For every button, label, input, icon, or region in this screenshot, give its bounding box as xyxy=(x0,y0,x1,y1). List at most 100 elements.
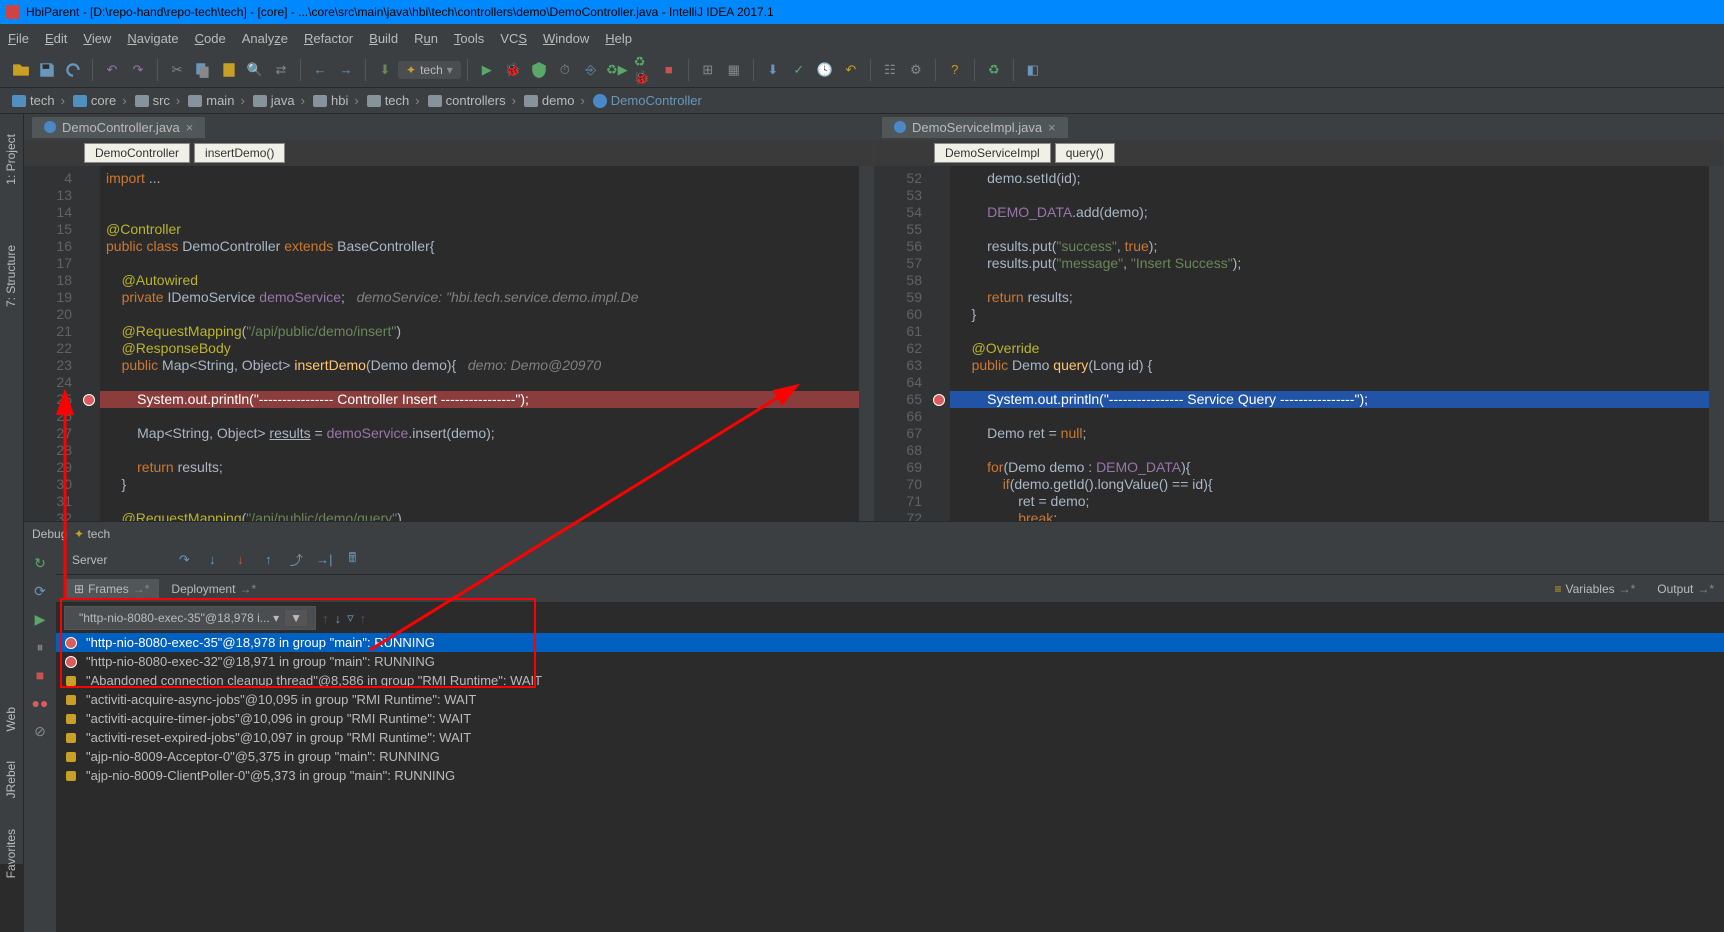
thread-item[interactable]: "http-nio-8080-exec-35"@18,978 in group … xyxy=(56,633,1724,652)
drop-frame-icon[interactable]: ⤴ xyxy=(287,551,305,569)
mute-bp-icon[interactable]: ⊘ xyxy=(28,719,52,743)
structure-icon[interactable]: ☷ xyxy=(881,61,899,79)
vcs-commit-icon[interactable]: ✓ xyxy=(790,61,808,79)
forward-icon[interactable]: → xyxy=(337,61,355,79)
run-icon[interactable]: ▶ xyxy=(478,61,496,79)
thread-item[interactable]: "activiti-acquire-async-jobs"@10,095 in … xyxy=(56,690,1724,709)
class-crumb[interactable]: DemoServiceImpl xyxy=(934,143,1051,163)
code-body-right[interactable]: 5253545556575859606162636465666768697071… xyxy=(874,166,1723,521)
coverage-icon[interactable] xyxy=(530,61,548,79)
variables-tab[interactable]: ≡Variables→* xyxy=(1544,579,1645,599)
toolwin-jrebel[interactable]: JRebel xyxy=(0,751,22,808)
crumb-main[interactable]: main xyxy=(184,93,249,108)
pause-icon[interactable]: ⏸ xyxy=(28,635,52,659)
thread-item[interactable]: "Abandoned connection cleanup thread"@8,… xyxy=(56,671,1724,690)
dropdown-arrow-icon[interactable]: ▼ xyxy=(285,610,307,626)
next-frame-icon[interactable]: ↓ xyxy=(335,611,342,626)
menu-build[interactable]: Build xyxy=(369,31,398,46)
scrollbar[interactable] xyxy=(859,166,873,521)
vcs-update-icon[interactable]: ⬇ xyxy=(764,61,782,79)
vcs-revert-icon[interactable]: ↶ xyxy=(842,61,860,79)
crumb-controllers[interactable]: controllers xyxy=(424,93,520,108)
replace-icon[interactable]: ⇄ xyxy=(272,61,290,79)
crumb-tech2[interactable]: tech xyxy=(363,93,424,108)
close-tab-icon[interactable]: × xyxy=(1048,120,1056,135)
menu-refactor[interactable]: Refactor xyxy=(304,31,353,46)
menu-window[interactable]: Window xyxy=(543,31,589,46)
crumb-src[interactable]: src xyxy=(131,93,185,108)
toolwin-structure[interactable]: 7: Structure xyxy=(0,235,22,317)
thread-item[interactable]: "ajp-nio-8009-ClientPoller-0"@5,373 in g… xyxy=(56,766,1724,785)
run-config-dropdown[interactable]: ✦ tech ▾ xyxy=(398,61,461,79)
stop-icon[interactable]: ■ xyxy=(28,663,52,687)
jrebel-run-icon[interactable]: ♻▶ xyxy=(608,61,626,79)
step-into-icon[interactable]: ↓ xyxy=(203,551,221,569)
crumb-tech[interactable]: tech xyxy=(8,93,69,108)
task-icon[interactable]: ◧ xyxy=(1024,61,1042,79)
thread-list[interactable]: "http-nio-8080-exec-35"@18,978 in group … xyxy=(56,633,1724,932)
jrebel-icon[interactable]: ♻ xyxy=(985,61,1003,79)
thread-item[interactable]: "http-nio-8080-exec-32"@18,971 in group … xyxy=(56,652,1724,671)
toolwin-project[interactable]: 1: Project xyxy=(0,124,22,195)
profile-icon[interactable]: ⏱ xyxy=(556,61,574,79)
code-body-left[interactable]: 4131415161718192021222324252627282930313… xyxy=(24,166,873,521)
resume-icon[interactable]: ⟳ xyxy=(28,579,52,603)
step-over-icon[interactable]: ↷ xyxy=(175,551,193,569)
back-icon[interactable]: ← xyxy=(311,61,329,79)
file-tab-democontroller[interactable]: DemoController.java × xyxy=(32,117,205,138)
step-out-icon[interactable]: ↑ xyxy=(259,551,277,569)
server-tab[interactable]: Server xyxy=(64,550,115,570)
stop-icon[interactable]: ■ xyxy=(660,61,678,79)
sync-icon[interactable] xyxy=(64,61,82,79)
help-icon[interactable]: ? xyxy=(946,61,964,79)
class-crumb[interactable]: DemoController xyxy=(84,143,190,163)
build-icon[interactable]: ⬇ xyxy=(376,61,394,79)
crumb-class[interactable]: DemoController xyxy=(589,93,706,108)
menu-edit[interactable]: Edit xyxy=(45,31,67,46)
method-crumb[interactable]: insertDemo() xyxy=(194,143,285,163)
menu-view[interactable]: View xyxy=(83,31,111,46)
save-icon[interactable] xyxy=(38,61,56,79)
menu-code[interactable]: Code xyxy=(195,31,226,46)
menu-help[interactable]: Help xyxy=(605,31,632,46)
output-tab[interactable]: Output→* xyxy=(1647,579,1724,599)
thread-dropdown[interactable]: "http-nio-8080-exec-35"@18,978 i... ▾ ▼ xyxy=(64,606,316,630)
run-to-cursor-icon[interactable]: →| xyxy=(315,551,333,569)
evaluate-icon[interactable]: 🖩 xyxy=(343,551,361,569)
up-icon[interactable]: ↑ xyxy=(360,611,367,626)
tool1-icon[interactable]: ⊞ xyxy=(699,61,717,79)
undo-icon[interactable]: ↶ xyxy=(103,61,121,79)
toolwin-favorites[interactable]: Favorites xyxy=(0,819,22,888)
prev-frame-icon[interactable]: ↑ xyxy=(322,611,329,626)
debug-header[interactable]: Debug ✦ tech xyxy=(24,521,1724,545)
close-tab-icon[interactable]: × xyxy=(186,120,194,135)
jrebel-debug-icon[interactable]: ♻🐞 xyxy=(634,61,652,79)
crumb-core[interactable]: core xyxy=(69,93,131,108)
breakpoints-icon[interactable]: ●● xyxy=(28,691,52,715)
scrollbar[interactable] xyxy=(1709,166,1723,521)
play-icon[interactable]: ▶ xyxy=(28,607,52,631)
thread-item[interactable]: "activiti-reset-expired-jobs"@10,097 in … xyxy=(56,728,1724,747)
menu-vcs[interactable]: VCS xyxy=(500,31,527,46)
rerun-icon[interactable]: ↻ xyxy=(28,551,52,575)
open-icon[interactable] xyxy=(12,61,30,79)
crumb-hbi[interactable]: hbi xyxy=(309,93,363,108)
sdk-icon[interactable]: ⚙ xyxy=(907,61,925,79)
copy-icon[interactable] xyxy=(194,61,212,79)
thread-item[interactable]: "activiti-acquire-timer-jobs"@10,096 in … xyxy=(56,709,1724,728)
tool2-icon[interactable]: ▦ xyxy=(725,61,743,79)
method-crumb[interactable]: query() xyxy=(1055,143,1115,163)
find-icon[interactable]: 🔍 xyxy=(246,61,264,79)
attach-icon[interactable]: ⎆ xyxy=(582,61,600,79)
frames-tab[interactable]: ⊞Frames→* xyxy=(64,579,159,599)
menu-file[interactable]: File xyxy=(8,31,29,46)
menu-analyze[interactable]: Analyze xyxy=(242,31,288,46)
menu-navigate[interactable]: Navigate xyxy=(127,31,178,46)
paste-icon[interactable] xyxy=(220,61,238,79)
debug-icon[interactable]: 🐞 xyxy=(504,61,522,79)
crumb-java[interactable]: java xyxy=(249,93,309,108)
menu-tools[interactable]: Tools xyxy=(454,31,484,46)
vcs-history-icon[interactable]: 🕓 xyxy=(816,61,834,79)
force-step-icon[interactable]: ↓ xyxy=(231,551,249,569)
menu-run[interactable]: Run xyxy=(414,31,438,46)
